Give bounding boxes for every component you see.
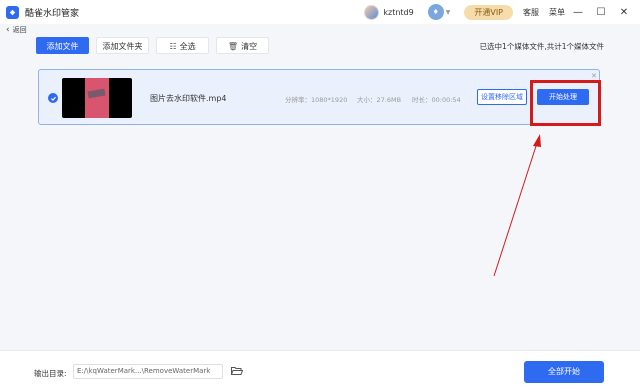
- open-vip-button[interactable]: 开通VIP: [464, 4, 513, 20]
- minimize-button[interactable]: —: [568, 7, 588, 18]
- close-window-button[interactable]: ✕: [614, 7, 634, 18]
- vip-badge-icon[interactable]: ♦: [427, 4, 444, 20]
- file-name: 图片去水印软件.mp4: [150, 94, 227, 103]
- check-circle-icon[interactable]: [48, 93, 58, 103]
- avatar[interactable]: [364, 4, 380, 20]
- add-folder-button[interactable]: 添加文件夹: [96, 37, 149, 54]
- back-row: ‹ 返回: [0, 24, 640, 36]
- back-icon[interactable]: ‹: [6, 25, 10, 35]
- trash-icon: 🗑: [227, 42, 239, 51]
- clear-button[interactable]: 🗑 清空: [216, 37, 269, 54]
- footer-bar: 输出目录: E:/\kqWaterMark...\RemoveWaterMark…: [0, 350, 640, 392]
- app-title: 酷雀水印管家: [25, 8, 80, 19]
- select-all-icon: ☷: [169, 42, 177, 51]
- select-all-label: 全选: [179, 42, 196, 51]
- file-size: 大小：27.6MB: [357, 96, 402, 104]
- file-list-item[interactable]: 图片去水印软件.mp4 分辨率：1080*1920 大小：27.6MB 时长：0…: [38, 69, 600, 125]
- title-bar: 酷雀水印管家 kztntd9 ♦ ▼ 开通VIP 客服 菜单 — ☐ ✕: [0, 0, 640, 24]
- file-duration: 时长：00:00:54: [412, 96, 461, 104]
- start-all-button[interactable]: 全部开始: [524, 361, 604, 383]
- maximize-button[interactable]: ☐: [591, 7, 611, 18]
- title-bar-controls: kztntd9 ♦ ▼ 开通VIP 客服 菜单 — ☐ ✕: [364, 0, 640, 24]
- video-thumbnail: [62, 78, 132, 118]
- set-removal-region-button[interactable]: 设置移除区域: [477, 89, 527, 105]
- selection-summary: 已选中1个媒体文件,共计1个媒体文件: [479, 42, 604, 51]
- annotation-highlight-box: [530, 80, 601, 126]
- back-button[interactable]: 返回: [13, 25, 27, 35]
- annotation-arrow: [493, 134, 541, 277]
- select-all-button[interactable]: ☷ 全选: [156, 37, 209, 54]
- remove-file-icon[interactable]: ✕: [591, 72, 597, 80]
- clear-label: 清空: [241, 42, 258, 51]
- username[interactable]: kztntd9: [383, 8, 413, 17]
- app-logo-icon: [6, 5, 19, 19]
- output-directory-field[interactable]: E:/\kqWaterMark...\RemoveWaterMark: [73, 364, 223, 379]
- add-file-button[interactable]: 添加文件: [36, 37, 89, 54]
- customer-service-button[interactable]: 客服: [523, 7, 539, 18]
- file-resolution: 分辨率：1080*1920: [285, 96, 348, 104]
- folder-open-icon[interactable]: [231, 366, 243, 376]
- menu-button[interactable]: 菜单: [549, 7, 565, 18]
- output-directory-label: 输出目录:: [34, 369, 67, 378]
- toolbar: 添加文件 添加文件夹 ☷ 全选 🗑 清空 已选中1个媒体文件,共计1个媒体文件: [0, 36, 640, 56]
- chevron-down-icon[interactable]: ▼: [446, 9, 451, 16]
